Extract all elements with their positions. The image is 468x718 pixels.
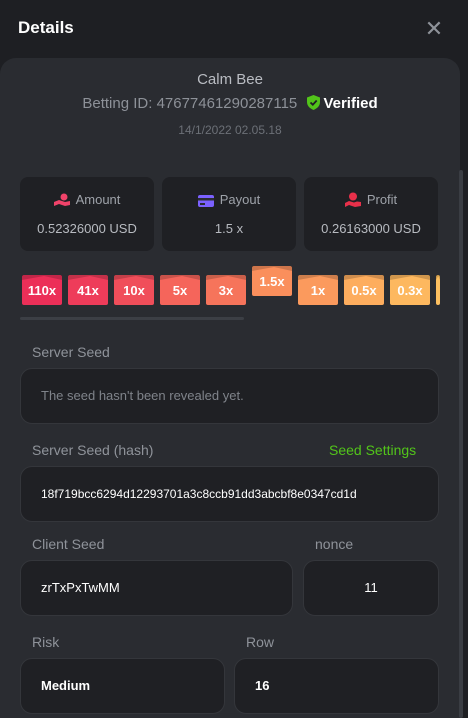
server-hash-field[interactable]: 18f719bcc6294d12293701a3c8ccb91dd3abcbf8… — [20, 466, 439, 522]
multiplier-cell: 41x — [68, 275, 108, 305]
multiplier-cell: 110x — [22, 275, 62, 305]
payout-label: Payout — [219, 192, 261, 207]
verified-shield-icon — [307, 95, 321, 114]
multiplier-cell: 10x — [114, 275, 154, 305]
payout-value: 1.5 x — [214, 221, 244, 236]
risk-field[interactable]: Medium — [20, 658, 225, 714]
server-seed-label: Server Seed — [32, 344, 110, 360]
server-hash-value: 18f719bcc6294d12293701a3c8ccb91dd3abcbf8… — [41, 487, 357, 501]
details-panel: Calm Bee Betting ID: 47677461290287115 V… — [0, 58, 460, 718]
amount-card: Amount 0.52326000 USD — [20, 177, 154, 251]
multiplier-cell-active: 1.5x — [252, 266, 292, 296]
multiplier-cell: 1x — [298, 275, 338, 305]
verified-badge: Verified — [323, 95, 378, 112]
row-value: 16 — [255, 678, 270, 693]
client-seed-value: zrTxPxTwMM — [41, 580, 120, 595]
row-field[interactable]: 16 — [234, 658, 439, 714]
player-name: Calm Bee — [197, 71, 263, 88]
multiplier-scroll-track[interactable] — [20, 317, 244, 320]
close-icon[interactable]: ✕ — [424, 18, 444, 40]
profit-card: Profit 0.26163000 USD — [304, 177, 438, 251]
betting-id-row: Betting ID: 47677461290287115 Verified — [0, 95, 460, 114]
seed-settings-link[interactable]: Seed Settings — [329, 442, 416, 458]
bet-details-modal: Details ✕ Calm Bee Betting ID: 476774612… — [0, 0, 468, 718]
risk-label: Risk — [32, 634, 60, 650]
amount-value: 0.52326000 USD — [37, 221, 137, 236]
modal-title: Details — [18, 18, 74, 37]
profit-value: 0.26163000 USD — [321, 221, 421, 236]
payout-card-icon — [197, 192, 220, 207]
nonce-label: nonce — [315, 536, 354, 552]
row-label: Row — [246, 634, 275, 650]
multiplier-cell: 3x — [206, 275, 246, 305]
nonce-value: 11 — [364, 580, 378, 595]
multiplier-cell: 0.5x — [344, 275, 384, 305]
client-seed-label: Client Seed — [32, 536, 105, 552]
amount-label: Amount — [75, 192, 121, 207]
amount-icon — [53, 192, 76, 207]
server-seed-value: The seed hasn't been revealed yet. — [41, 388, 244, 403]
betting-id-label: Betting ID: — [82, 95, 153, 112]
betting-id-value: 47677461290287115 — [156, 95, 298, 112]
client-seed-field[interactable]: zrTxPxTwMM — [20, 560, 293, 616]
server-seed-field: The seed hasn't been revealed yet. — [20, 368, 439, 424]
nonce-field[interactable]: 11 — [303, 560, 439, 616]
payout-card: Payout 1.5 x — [162, 177, 296, 251]
multiplier-cell: 5x — [160, 275, 200, 305]
server-hash-label: Server Seed (hash) — [32, 442, 154, 458]
risk-value: Medium — [41, 678, 91, 693]
profit-icon — [344, 192, 367, 207]
multiplier-cell-partial — [436, 275, 440, 305]
bet-datetime: 14/1/2022 02.05.18 — [178, 123, 282, 137]
multiplier-cell: 0.3x — [390, 275, 430, 305]
modal-header: Details ✕ — [0, 0, 468, 58]
panel-scrollbar[interactable] — [459, 170, 463, 718]
profit-label: Profit — [366, 192, 398, 207]
